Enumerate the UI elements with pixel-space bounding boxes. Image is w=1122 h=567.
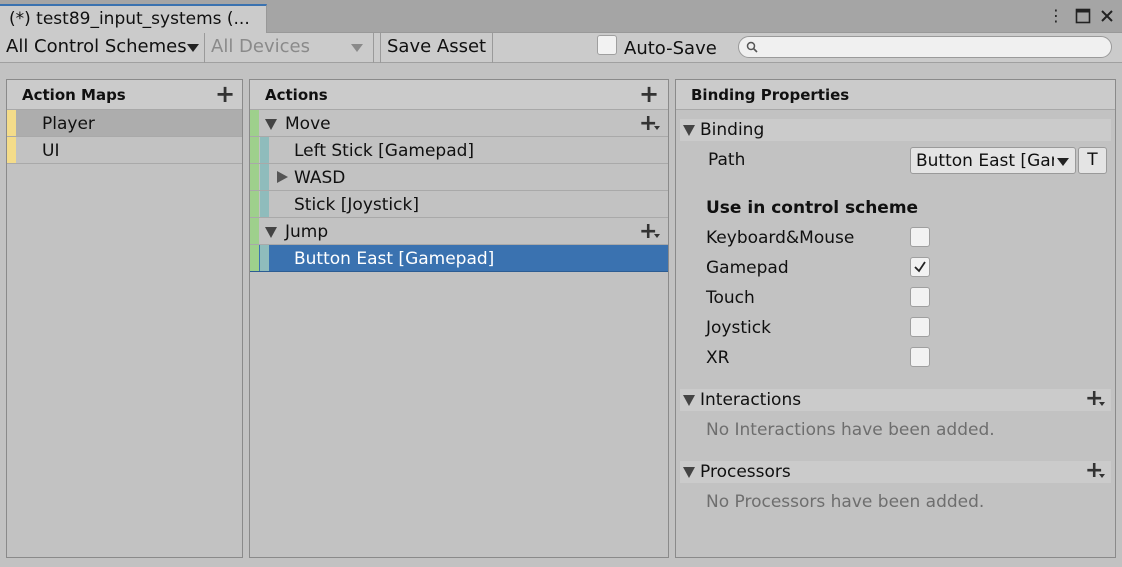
actions-panel: Actions + Move + Left Stick [Gamepad] WA… [249, 79, 669, 558]
chevron-down-icon [187, 44, 199, 52]
binding-label: Button East [Gamepad] [294, 249, 495, 269]
add-processor-icon[interactable]: + [1085, 460, 1103, 482]
binding-properties-panel: Binding Properties Binding Path Button E… [675, 79, 1116, 558]
scheme-label: Touch [706, 288, 755, 308]
action-map-label: UI [42, 141, 60, 161]
dropdown-caret-icon [654, 234, 660, 238]
devices-dropdown[interactable]: All Devices [211, 36, 310, 57]
processors-foldout[interactable]: Processors + [680, 460, 1111, 483]
add-action-icon[interactable]: + [639, 82, 659, 106]
action-row-jump[interactable]: Jump + [250, 218, 668, 245]
scheme-checkbox[interactable] [910, 227, 930, 247]
save-asset-button[interactable]: Save Asset [387, 36, 486, 57]
more-vert-icon[interactable]: ⋮ [1047, 6, 1065, 26]
binding-color-strip [260, 137, 269, 163]
binding-row[interactable]: Stick [Joystick] [250, 191, 668, 218]
scheme-checkbox[interactable] [910, 347, 930, 367]
close-icon[interactable] [1098, 6, 1116, 26]
composite-label: WASD [294, 168, 346, 188]
action-map-label: Player [42, 114, 95, 134]
auto-save-checkbox[interactable] [597, 35, 617, 55]
add-action-map-icon[interactable]: + [215, 82, 235, 106]
interactions-empty-text: No Interactions have been added. [706, 420, 995, 440]
scheme-label: Keyboard&Mouse [706, 228, 855, 248]
scheme-checkbox[interactable] [910, 287, 930, 307]
add-binding-icon[interactable]: + [639, 113, 657, 135]
composite-row[interactable]: WASD [250, 164, 668, 191]
dropdown-caret-icon [654, 126, 660, 130]
path-dropdown[interactable]: Button East [Gamepad] [910, 147, 1076, 174]
action-color-strip [250, 110, 259, 136]
control-scheme-heading: Use in control scheme [706, 198, 919, 218]
action-map-color-strip [7, 110, 16, 136]
path-value: Button East [Gamepad] [916, 151, 1054, 171]
control-scheme-dropdown[interactable]: All Control Schemes [6, 36, 187, 57]
expand-triangle-icon [683, 467, 695, 478]
action-color-strip [250, 191, 259, 217]
action-map-color-strip [7, 137, 16, 163]
dropdown-caret-icon [1099, 402, 1105, 406]
expand-triangle-icon[interactable] [265, 227, 277, 238]
add-binding-icon[interactable]: + [639, 221, 657, 243]
binding-foldout-label: Binding [700, 120, 765, 140]
action-label: Move [285, 114, 331, 134]
action-color-strip [250, 218, 259, 244]
expand-triangle-icon[interactable] [265, 119, 277, 130]
toolbar-divider [380, 33, 381, 63]
processors-empty-text: No Processors have been added. [706, 492, 985, 512]
expand-triangle-icon [683, 395, 695, 406]
binding-label: Left Stick [Gamepad] [294, 141, 475, 161]
binding-color-strip [260, 245, 269, 271]
action-map-item[interactable]: Player [7, 110, 242, 137]
search-input[interactable] [738, 36, 1112, 58]
scheme-label: XR [706, 348, 730, 368]
auto-save-label: Auto-Save [624, 38, 717, 59]
path-label: Path [708, 150, 746, 170]
action-label: Jump [285, 222, 329, 242]
dropdown-caret-icon [1099, 474, 1105, 478]
interactions-foldout[interactable]: Interactions + [680, 388, 1111, 411]
toolbar-divider [204, 33, 205, 63]
action-row-move[interactable]: Move + [250, 110, 668, 137]
maximize-icon[interactable] [1074, 6, 1092, 26]
toolbar-divider [373, 33, 374, 63]
processors-foldout-label: Processors [700, 462, 791, 482]
interactions-foldout-label: Interactions [700, 390, 802, 410]
expand-triangle-icon [683, 125, 695, 136]
action-color-strip [250, 245, 259, 271]
binding-row[interactable]: Left Stick [Gamepad] [250, 137, 668, 164]
t-toggle-button[interactable]: T [1078, 147, 1107, 174]
actions-header: Actions [250, 80, 668, 110]
scheme-checkbox[interactable] [910, 257, 930, 277]
scheme-checkbox[interactable] [910, 317, 930, 337]
action-color-strip [250, 137, 259, 163]
binding-row-selected[interactable]: Button East [Gamepad] [250, 245, 668, 272]
chevron-down-icon [1057, 158, 1069, 166]
action-color-strip [250, 164, 259, 190]
toolbar-divider [492, 33, 493, 63]
action-maps-header: Action Maps [7, 80, 242, 110]
search-icon [746, 41, 758, 53]
window-tab[interactable]: (*) test89_input_systems (... [0, 4, 267, 34]
collapse-triangle-icon[interactable] [277, 171, 288, 183]
binding-properties-header: Binding Properties [676, 80, 1115, 110]
binding-color-strip [260, 164, 269, 190]
chevron-down-icon [351, 44, 363, 52]
scheme-label: Joystick [706, 318, 771, 338]
checkmark-icon [914, 261, 926, 273]
binding-color-strip [260, 191, 269, 217]
binding-foldout[interactable]: Binding [680, 119, 1111, 141]
binding-label: Stick [Joystick] [294, 195, 419, 215]
scheme-label: Gamepad [706, 258, 789, 278]
action-maps-panel: Action Maps + Player UI [6, 79, 243, 558]
add-interaction-icon[interactable]: + [1085, 388, 1103, 410]
action-map-item[interactable]: UI [7, 137, 242, 164]
